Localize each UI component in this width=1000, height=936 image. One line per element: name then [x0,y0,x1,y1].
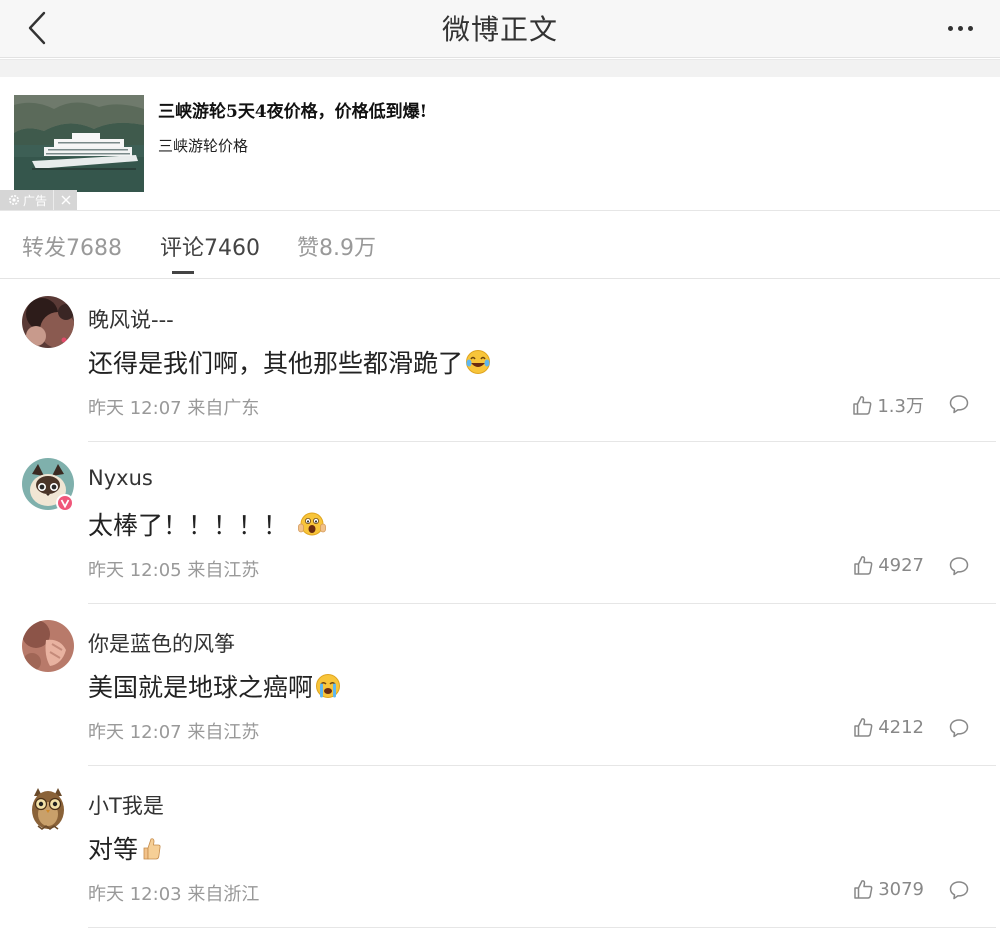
ad-label: 广告 [0,190,53,210]
ad-label-text: 广告 [23,193,48,208]
reply-button[interactable] [948,555,970,581]
like-count: 3079 [878,878,924,900]
thumbs-up-icon [853,396,872,415]
comment-text: 太棒了！！！！！ [88,506,326,543]
comment-item: 小T我是 对等 昨天 12:03 来自浙江 3079 [0,766,1000,928]
comment-item: Nyxus 太棒了！！！！！ 昨天 12:05 来自江苏 4927 [0,442,1000,604]
comment-meta: 昨天 12:07 来自江苏 [88,722,260,743]
reply-button[interactable] [948,393,970,419]
dot-icon [967,25,973,31]
comment-meta: 昨天 12:05 来自江苏 [88,560,260,581]
top-nav-bar: 微博正文 [0,0,1000,58]
chevron-left-icon [28,11,46,45]
cruise-ship-image [14,95,144,192]
tab-comments[interactable]: 评论7460 [160,230,260,262]
comment-text-content: 对等 [88,835,139,864]
crying-face-emoji [315,673,341,705]
avatar[interactable] [22,296,74,348]
comment-text: 对等 [88,830,162,867]
comment-username[interactable]: 你是蓝色的风筝 [88,628,235,658]
ad-tag: 广告 [0,190,78,210]
comment-list: 晚风说--- 还得是我们啊，其他那些都滑跪了 昨天 12:07 来自广东 1.3… [0,280,1000,928]
comment-text-content: 还得是我们啊，其他那些都滑跪了 [88,349,464,378]
comment-bubble-icon [949,881,969,900]
avatar-image [22,296,74,348]
v-icon [60,499,70,508]
like-button[interactable]: 3079 [852,878,924,900]
active-tab-indicator [172,271,194,274]
comment-username[interactable]: 小T我是 [88,790,164,820]
like-count: 1.3万 [877,396,924,417]
dot-icon [947,25,953,31]
avatar[interactable] [22,782,74,834]
laughing-tears-emoji [465,349,491,381]
back-button[interactable] [22,8,52,48]
verified-badge [56,494,74,512]
avatar-image [22,620,74,672]
comment-username[interactable]: 晚风说--- [88,304,174,334]
dot-icon [957,25,963,31]
avatar[interactable] [22,620,74,672]
page-title: 微博正文 [441,13,558,46]
ad-card[interactable]: 三峡游轮5天4夜价格，价格低到爆! 三峡游轮价格 广告 [0,77,1000,211]
comment-bubble-icon [949,557,969,576]
comment-meta: 昨天 12:03 来自浙江 [88,884,260,905]
like-count: 4927 [878,554,924,576]
tab-likes[interactable]: 赞8.9万 [297,230,376,262]
like-count: 4212 [878,716,924,738]
comment-text: 美国就是地球之癌啊 [88,668,341,705]
comment-text: 还得是我们啊，其他那些都滑跪了 [88,344,491,381]
more-options-button[interactable] [942,8,978,48]
gear-icon [9,195,19,205]
comment-bubble-icon [949,719,969,738]
section-divider [0,59,1000,77]
thumbs-up-emoji [140,835,162,867]
ad-thumbnail[interactable] [14,95,144,192]
like-button[interactable]: 1.3万 [851,392,924,418]
thumbs-up-icon [854,556,873,575]
thumbs-up-icon [854,718,873,737]
close-ad-button[interactable] [53,190,77,210]
tab-reposts[interactable]: 转发7688 [22,230,122,262]
comment-item: 你是蓝色的风筝 美国就是地球之癌啊 昨天 12:07 来自江苏 4212 [0,604,1000,766]
reply-button[interactable] [948,879,970,905]
comment-text-content: 美国就是地球之癌啊 [88,673,314,702]
tab-bar: 转发7688 评论7460 赞8.9万 [0,212,1000,279]
thumbs-up-icon [854,880,873,899]
close-icon [61,195,71,205]
like-button[interactable]: 4927 [852,554,924,576]
ad-subtitle: 三峡游轮价格 [158,137,249,155]
comment-item: 晚风说--- 还得是我们啊，其他那些都滑跪了 昨天 12:07 来自广东 1.3… [0,280,1000,442]
comment-divider [88,927,996,928]
comment-text-content: 太棒了！！！！！ [88,511,289,540]
comment-username[interactable]: Nyxus [88,466,153,490]
screaming-face-emoji [298,511,326,543]
ad-title[interactable]: 三峡游轮5天4夜价格，价格低到爆! [158,97,427,122]
like-button[interactable]: 4212 [852,716,924,738]
reply-button[interactable] [948,717,970,743]
comment-bubble-icon [949,395,969,414]
comment-meta: 昨天 12:07 来自广东 [88,398,260,419]
avatar-image [22,782,74,834]
